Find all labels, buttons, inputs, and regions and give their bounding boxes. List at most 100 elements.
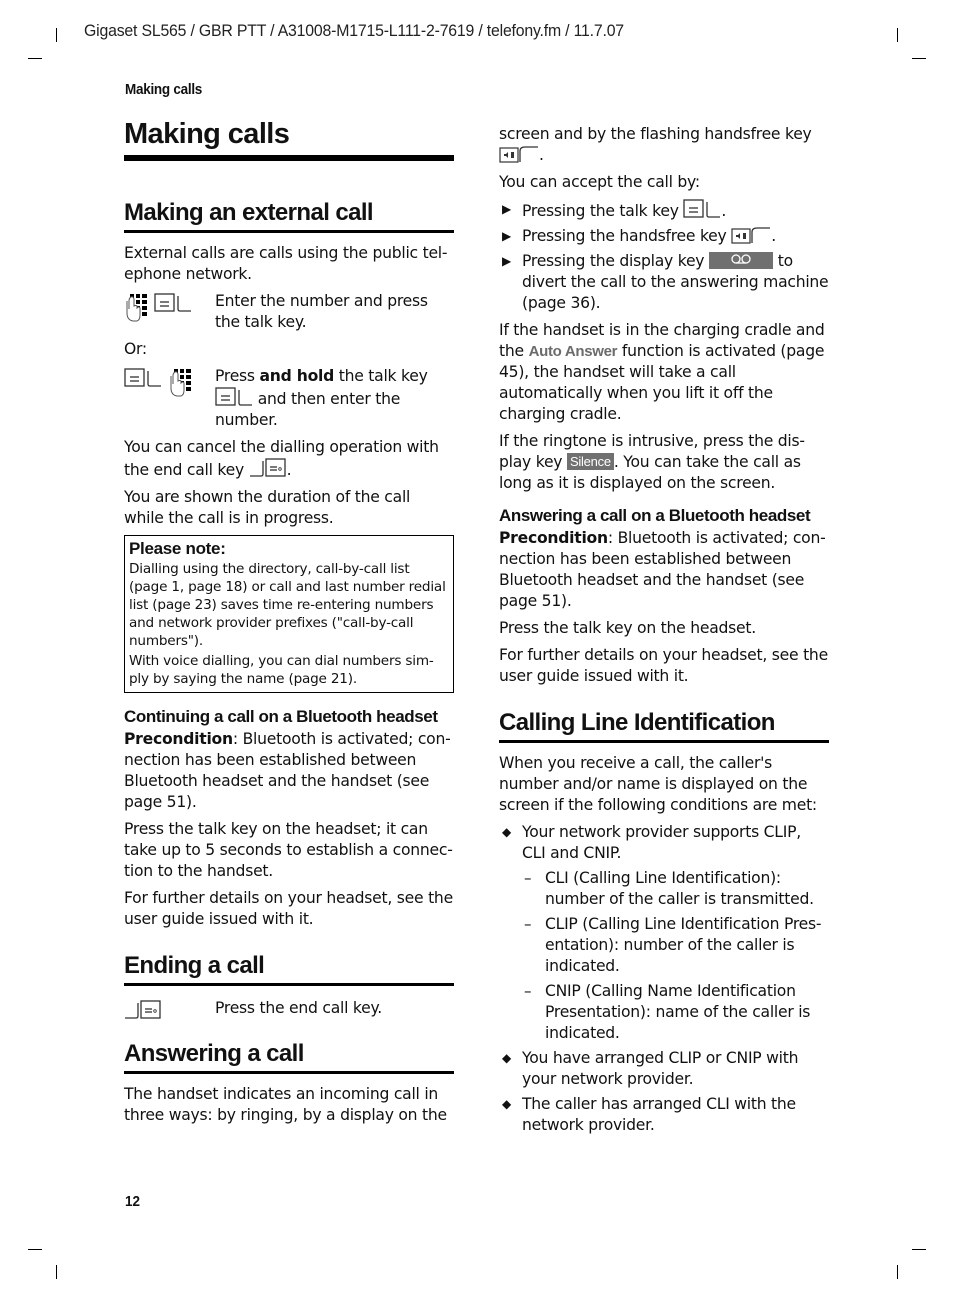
list-item: – CLI (Calling Line Identification): numb… xyxy=(522,868,829,910)
diamond-bullet-icon: ◆ xyxy=(502,1051,511,1065)
document-meta-line: Gigaset SL565 / GBR PTT / A31008-M1715-L… xyxy=(84,22,624,40)
talk-key-icon xyxy=(154,293,192,313)
dial-then-talk-step: Enter the number and press the talk key. xyxy=(124,291,454,333)
text-fragment: Pressing the handsfree key xyxy=(522,227,727,245)
text-fragment: . xyxy=(539,146,544,164)
cli-sub-list: – CLI (Calling Line Identification): numb… xyxy=(522,868,829,1044)
crop-mark xyxy=(56,28,57,42)
heading-continuing-bluetooth: Continuing a call on a Bluetooth headset xyxy=(124,707,438,726)
list-item: ◆ The caller has arranged CLI with the ne… xyxy=(499,1094,829,1136)
paragraph: Press the talk key on the headset; it ca… xyxy=(124,820,453,880)
menu-term-auto-answer: Auto Answer xyxy=(528,343,618,360)
talk-then-dial-step: Press and hold the talk key and then ent… xyxy=(124,366,454,431)
list-item: ◆ Your network provider supports CLIP, CL… xyxy=(499,822,829,1044)
list-item: ▶ Pressing the handsfree key . xyxy=(499,226,829,247)
precondition-label: Precondition xyxy=(124,730,233,748)
dash-bullet-icon: – xyxy=(524,982,532,1000)
text-fragment: CNIP (Calling Name Identification Presen… xyxy=(545,982,811,1042)
crop-mark xyxy=(912,58,926,59)
heading-ending-call: Ending a call xyxy=(124,952,454,986)
precondition-label: Precondition xyxy=(499,529,608,547)
text-fragment: CLI (Calling Line Identification): numbe… xyxy=(545,869,814,908)
accept-intro: You can accept the call by: xyxy=(499,173,700,191)
text-fragment: . xyxy=(721,202,727,220)
text-fragment: the talk key xyxy=(334,367,428,385)
triangle-bullet-icon: ▶ xyxy=(502,254,511,268)
text-fragment: screen and by the flashing handsfree key xyxy=(499,125,812,143)
step-text: Press and hold the talk key and then ent… xyxy=(215,366,454,431)
dash-bullet-icon: – xyxy=(524,869,532,887)
call-duration-text: You are shown the duration of the call w… xyxy=(124,488,411,527)
note-title: Please note: xyxy=(129,539,226,558)
heading-making-external-call: Making an external call xyxy=(124,199,454,233)
external-intro: External calls are calls using the publi… xyxy=(124,244,448,283)
text-fragment: You have arranged CLIP or CNIP with your… xyxy=(522,1049,799,1088)
heading-answering-call: Answering a call xyxy=(124,1040,454,1074)
cli-conditions-list: ◆ Your network provider supports CLIP, CL… xyxy=(499,822,829,1136)
voicemail-icon xyxy=(731,254,751,264)
triangle-bullet-icon: ▶ xyxy=(502,202,511,216)
handsfree-key-icon xyxy=(731,226,771,244)
precondition-text: Precondition: Bluetooth is activated; co… xyxy=(124,729,454,813)
list-item: – CNIP (Calling Name Identification Prese… xyxy=(522,981,829,1044)
text-fragment: Pressing the talk key xyxy=(522,202,679,220)
text-fragment: . xyxy=(286,461,292,479)
text-fragment: The caller has arranged CLI with the net… xyxy=(522,1095,796,1134)
end-call-key-icon xyxy=(124,1000,162,1020)
keypad-icon xyxy=(168,368,192,398)
list-item: ▶ Pressing the talk key . xyxy=(499,199,829,222)
answering-intro: The handset indicates an incoming call i… xyxy=(124,1085,447,1124)
emphasis: and hold xyxy=(259,367,335,385)
page-number: 12 xyxy=(125,1193,141,1210)
paragraph: For further details on your headset, see… xyxy=(124,889,453,928)
list-item: – CLIP (Calling Line Identification Pres-… xyxy=(522,914,829,977)
diamond-bullet-icon: ◆ xyxy=(502,825,511,839)
auto-answer-text: If the handset is in the charging cradle… xyxy=(499,320,829,425)
page-title: Making calls xyxy=(124,118,454,161)
talk-key-icon xyxy=(124,368,162,388)
crop-mark xyxy=(56,1265,57,1279)
paragraph: Press the talk key on the headset. xyxy=(499,619,756,637)
crop-mark xyxy=(28,1249,42,1250)
please-note-box: Please note: Dialling using the director… xyxy=(124,535,454,693)
silence-display-key: Silence xyxy=(566,453,614,470)
talk-key-icon xyxy=(683,199,721,219)
list-item: ▶ Pressing the display key to divert the … xyxy=(499,251,829,314)
paragraph: For further details on your headset, see… xyxy=(499,646,828,685)
end-call-step: Press the end call key. xyxy=(124,998,454,1020)
cancel-dialling-text: You can cancel the dialling operation wi… xyxy=(124,437,454,481)
crop-mark xyxy=(912,1249,926,1250)
heading-calling-line-identification: Calling Line Identification xyxy=(499,709,829,743)
cli-intro: When you receive a call, the caller's nu… xyxy=(499,754,817,814)
note-paragraph: Dialling using the directory, call-by-ca… xyxy=(129,561,446,649)
or-label: Or: xyxy=(124,340,147,358)
list-item: ◆ You have arranged CLIP or CNIP with you… xyxy=(499,1048,829,1090)
step-text: Enter the number and press the talk key. xyxy=(215,292,428,331)
accept-options-list: ▶ Pressing the talk key . ▶ Pressing the h… xyxy=(499,199,829,314)
text-fragment: Pressing the display key xyxy=(522,252,705,270)
crop-mark xyxy=(897,28,898,42)
silence-text: If the ringtone is intrusive, press the … xyxy=(499,431,829,494)
answering-machine-display-key xyxy=(709,252,774,269)
diamond-bullet-icon: ◆ xyxy=(502,1097,511,1111)
text-fragment: Press xyxy=(215,367,260,385)
note-paragraph: With voice dialling, you can dial number… xyxy=(129,653,434,687)
answering-continued: screen and by the flashing handsfree key… xyxy=(499,124,829,166)
heading-answering-bluetooth: Answering a call on a Bluetooth headset xyxy=(499,506,811,525)
right-column: screen and by the flashing handsfree key… xyxy=(499,124,829,1142)
left-column: Making calls Making an external call Ext… xyxy=(124,118,454,1132)
text-fragment: CLIP (Calling Line Identification Pres-e… xyxy=(545,915,822,975)
crop-mark xyxy=(897,1265,898,1279)
handsfree-key-icon xyxy=(499,145,539,163)
step-text: Press the end call key. xyxy=(215,999,382,1017)
text-fragment: . xyxy=(771,227,776,245)
keypad-icon xyxy=(124,293,148,323)
end-call-key-icon xyxy=(249,458,287,478)
triangle-bullet-icon: ▶ xyxy=(502,229,511,243)
dash-bullet-icon: – xyxy=(524,915,532,933)
running-head: Making calls xyxy=(125,81,203,98)
text-fragment: Your network provider supports CLIP, CLI… xyxy=(522,823,801,862)
precondition-text: Precondition: Bluetooth is activated; co… xyxy=(499,528,829,612)
crop-mark xyxy=(28,58,42,59)
talk-key-icon xyxy=(215,387,253,407)
